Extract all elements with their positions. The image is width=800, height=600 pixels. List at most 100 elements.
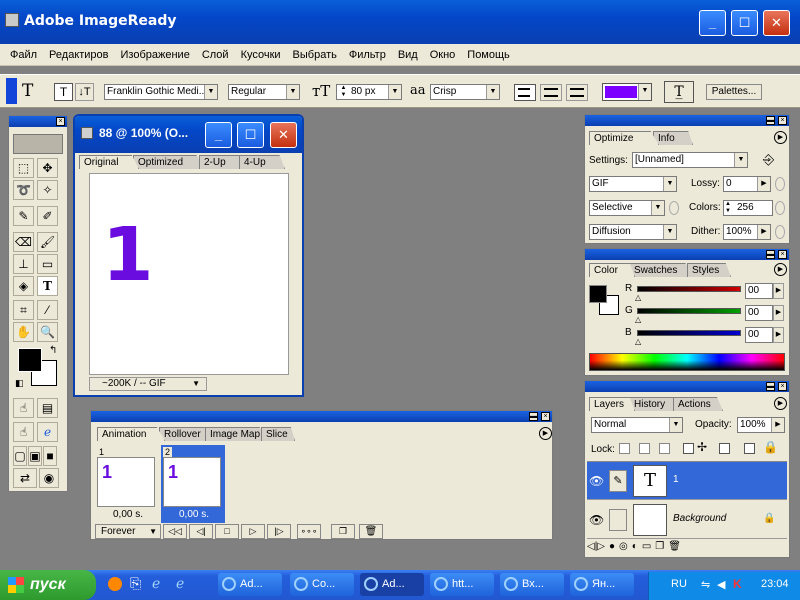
tab-history[interactable]: History: [629, 397, 679, 411]
close-button[interactable]: ✕: [763, 10, 790, 36]
minimize-button[interactable]: _: [699, 10, 726, 36]
menu-item[interactable]: Файл: [10, 49, 37, 61]
blend-mode-select[interactable]: Normal ▼: [591, 417, 683, 433]
optimize-menu-icon[interactable]: ⎆: [763, 151, 774, 168]
paint-bucket-tool-icon[interactable]: ◈: [13, 276, 34, 296]
tab-image-map[interactable]: Image Map: [205, 427, 267, 441]
ie-icon-2[interactable]: ℯ: [176, 575, 184, 592]
palette-menu-icon[interactable]: ▶: [774, 397, 787, 410]
menu-item[interactable]: Окно: [430, 49, 456, 61]
align-center-button[interactable]: [540, 84, 562, 101]
lock-all-checkbox[interactable]: [719, 443, 730, 454]
document-status[interactable]: ~200K / -- GIF ▼: [89, 377, 207, 391]
palette-select[interactable]: Selective ▼: [589, 200, 665, 216]
chevron-right-icon[interactable]: ▶: [773, 283, 784, 299]
minimize-icon[interactable]: ▬: [766, 250, 775, 259]
antialias-select[interactable]: Crisp ▼: [430, 84, 500, 100]
quicklaunch-icon[interactable]: ⎘: [130, 575, 141, 592]
minimize-icon[interactable]: ▬: [766, 382, 775, 391]
ie-icon[interactable]: ℯ: [152, 575, 160, 592]
close-icon[interactable]: ×: [778, 250, 787, 259]
new-layer-icon[interactable]: ❐: [655, 541, 664, 557]
menu-item[interactable]: Слой: [202, 49, 229, 61]
menu-item[interactable]: Вид: [398, 49, 418, 61]
eye-icon[interactable]: 👁: [589, 513, 604, 527]
tab-info[interactable]: Info: [653, 131, 693, 145]
loop-select[interactable]: Forever ▼: [95, 524, 161, 539]
animation-frame[interactable]: 1 1 0,00 s.: [95, 445, 159, 523]
channel-slider-b[interactable]: [637, 330, 741, 336]
chevron-right-icon[interactable]: ▶: [773, 305, 784, 321]
brush-tool-icon[interactable]: 🖌: [37, 232, 58, 252]
tab-swatches[interactable]: Swatches: [629, 263, 693, 277]
eyedropper-tool-icon[interactable]: ⁄: [37, 300, 58, 320]
eraser-tool-icon[interactable]: ⌫: [13, 232, 34, 252]
volume-icon[interactable]: ◀: [717, 578, 725, 591]
slider-thumb-icon[interactable]: △: [635, 337, 641, 346]
doc-minimize-button[interactable]: _: [205, 122, 232, 148]
rectangle-tool-icon[interactable]: ▭: [37, 254, 58, 274]
doc-close-button[interactable]: ✕: [270, 122, 297, 148]
play-button[interactable]: ▷: [241, 524, 265, 539]
layer-mask-icon[interactable]: ◎: [619, 541, 628, 557]
layer-row[interactable]: 👁 Background 🔒: [587, 501, 787, 539]
marquee-tool-icon[interactable]: ⬚: [13, 158, 34, 178]
default-colors-icon[interactable]: ◧: [15, 378, 24, 389]
taskbar-window-button[interactable]: htt...: [430, 573, 494, 596]
foreground-color[interactable]: [18, 348, 42, 372]
channel-value-b[interactable]: 00: [745, 327, 773, 343]
preview-document-icon[interactable]: ☝: [13, 422, 34, 442]
close-icon[interactable]: ×: [778, 382, 787, 391]
layer-row[interactable]: 👁 ✎ T 1: [587, 462, 787, 500]
tab-2-up[interactable]: 2-Up: [199, 155, 245, 169]
dither-mask-icon[interactable]: [775, 225, 785, 239]
new-frame-button[interactable]: ❐: [331, 524, 355, 539]
chevron-right-icon[interactable]: ▶: [773, 327, 784, 343]
tab-actions[interactable]: Actions: [673, 397, 723, 411]
channel-value-r[interactable]: 00: [745, 283, 773, 299]
animation-frame[interactable]: 2 1 0,00 s.: [161, 445, 225, 523]
vertical-text-icon[interactable]: ↓T: [75, 83, 94, 101]
menu-item[interactable]: Помощь: [467, 49, 510, 61]
screen-mode-standard-icon[interactable]: ▢: [13, 446, 27, 466]
layer-nav-icon[interactable]: ◁|▷: [587, 541, 605, 557]
format-select[interactable]: GIF ▼: [589, 176, 677, 192]
layer-adjustment-icon[interactable]: ◐: [632, 541, 638, 557]
lock-position-move-checkbox[interactable]: [683, 443, 694, 454]
crop-tool-icon[interactable]: ⌗: [13, 300, 34, 320]
font-family-select[interactable]: Franklin Gothic Medi... ▼: [104, 84, 218, 100]
settings-select[interactable]: [Unnamed] ▼: [632, 152, 748, 168]
tab-rollover[interactable]: Rollover: [159, 427, 211, 441]
canvas-text-layer[interactable]: 1: [102, 212, 154, 298]
colors-mask-icon[interactable]: [775, 201, 785, 215]
frame-delay[interactable]: 0,00 s.: [113, 509, 143, 520]
lasso-tool-icon[interactable]: ➰: [13, 180, 34, 200]
trash-icon[interactable]: 🗑: [359, 524, 383, 539]
stop-button[interactable]: □: [215, 524, 239, 539]
antivirus-icon[interactable]: K: [733, 577, 742, 591]
lossy-mask-icon[interactable]: [775, 177, 785, 191]
slice-select-tool-icon[interactable]: ✐: [37, 206, 58, 226]
menu-item[interactable]: Редактиров: [49, 49, 108, 61]
text-color-picker[interactable]: ▼: [602, 83, 652, 101]
screen-mode-full-icon[interactable]: ■: [43, 446, 57, 466]
layer-name[interactable]: 1: [673, 474, 679, 485]
new-layer-set-icon[interactable]: ▭: [642, 541, 651, 557]
tab-animation[interactable]: Animation: [97, 427, 165, 441]
move-tool-icon[interactable]: ✥: [37, 158, 58, 178]
slider-thumb-icon[interactable]: △: [635, 315, 641, 324]
lock-all-checkbox-2[interactable]: [744, 443, 755, 454]
slice-tool-icon[interactable]: ✎: [13, 206, 34, 226]
doc-maximize-button[interactable]: ☐: [237, 122, 264, 148]
first-frame-button[interactable]: ◁◁: [163, 524, 187, 539]
tab-original[interactable]: Original: [79, 155, 139, 169]
menu-item[interactable]: Кусочки: [241, 49, 281, 61]
layer-name[interactable]: Background: [673, 513, 726, 524]
colors-field[interactable]: ▲ ▼ 256: [723, 200, 773, 216]
font-size-field[interactable]: ▲ ▼ 80 px ▼: [336, 84, 402, 100]
toggle-image-map-icon[interactable]: ▤: [37, 398, 58, 418]
next-frame-button[interactable]: |▷: [267, 524, 291, 539]
palette-mask-icon[interactable]: [669, 201, 679, 215]
lock-image-checkbox[interactable]: [639, 443, 650, 454]
tab-slice[interactable]: Slice: [261, 427, 295, 441]
